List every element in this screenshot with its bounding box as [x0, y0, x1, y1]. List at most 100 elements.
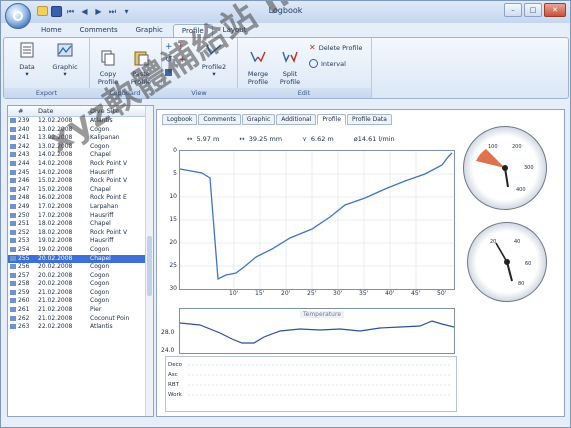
tab-layout[interactable]: Layout: [215, 24, 255, 37]
tab-additional[interactable]: Additional: [276, 114, 317, 125]
row-dive-site: Chapel: [90, 220, 111, 228]
profile2-button[interactable]: Profile2 ▾: [197, 41, 231, 79]
table-row[interactable]: 258 20.02.2008 Cogon: [8, 280, 153, 289]
paste-profile-button[interactable]: Paste Profile: [124, 41, 158, 94]
table-row[interactable]: 247 15.02.2008 Chapel: [8, 186, 153, 195]
tab-comments[interactable]: Comments: [72, 24, 126, 37]
column-date[interactable]: Date: [38, 106, 90, 116]
depth-gauge: 20 40 60 80: [467, 222, 547, 302]
zoom-in-button[interactable]: +: [165, 42, 173, 52]
table-row[interactable]: 259 21.02.2008 Cogon: [8, 289, 153, 298]
maximize-button[interactable]: □: [524, 3, 542, 17]
tab-home[interactable]: Home: [33, 24, 70, 37]
table-row[interactable]: 253 19.02.2008 Hausriff: [8, 237, 153, 246]
table-row[interactable]: 244 14.02.2008 Rock Point V: [8, 160, 153, 169]
table-row[interactable]: 243 14.02.2008 Chapel: [8, 151, 153, 160]
row-number: 242: [8, 143, 38, 152]
grid-button[interactable]: [165, 69, 172, 76]
column-number[interactable]: #: [8, 106, 38, 116]
interval-button[interactable]: Interval: [309, 59, 346, 68]
edit-group: Merge Profile Split Profile ✕ Delete Prof…: [237, 38, 372, 98]
row-dive-site: Cogon: [90, 280, 110, 288]
table-row[interactable]: 252 18.02.2008 Rock Point V: [8, 229, 153, 238]
row-number: 258: [8, 280, 38, 289]
tab-graphic[interactable]: Graphic: [128, 24, 171, 37]
row-number: 249: [8, 203, 38, 212]
tab-profile[interactable]: Profile: [172, 24, 213, 38]
grid-icon: [165, 69, 172, 76]
x-tick-label: 50': [437, 290, 447, 297]
table-row[interactable]: 254 19.02.2008 Cogon: [8, 246, 153, 255]
merge-profile-button[interactable]: Merge Profile: [241, 41, 275, 94]
table-row[interactable]: 257 20.02.2008 Cogon: [8, 272, 153, 281]
graphic-button[interactable]: Graphic ▾: [48, 41, 82, 79]
table-row[interactable]: 263 22.02.2008 Atlantis: [8, 323, 153, 332]
column-dive-site[interactable]: Dive Site: [90, 106, 150, 116]
tab-logbook[interactable]: Logbook: [162, 114, 198, 125]
table-row[interactable]: 240 13.02.2008 Cogon: [8, 126, 153, 135]
dive-list-scrollbar[interactable]: [145, 106, 153, 416]
y-tick-label: 0: [173, 147, 177, 154]
row-number-text: 242: [18, 142, 30, 150]
tab-profile-panel[interactable]: Profile: [317, 114, 347, 125]
row-number: 243: [8, 151, 38, 160]
tab-profile-data[interactable]: Profile Data: [347, 114, 392, 125]
merge-profile-label: Merge Profile: [247, 70, 269, 86]
table-row[interactable]: 251 18.02.2008 Chapel: [8, 220, 153, 229]
temperature-line: [180, 320, 454, 344]
table-row[interactable]: 255 20.02.2008 Chapel: [8, 254, 153, 264]
y-tick-label: 20: [169, 239, 177, 246]
table-row[interactable]: 250 17.02.2008 Hausriff: [8, 212, 153, 221]
row-dive-site: Chapel: [90, 151, 111, 159]
profile2-dropdown-icon: ▾: [212, 70, 216, 78]
temperature-chart[interactable]: Temperature: [179, 308, 455, 354]
depth-axis: 0 5 10 15 20 25 30: [165, 147, 177, 292]
tab-graphic-panel[interactable]: Graphic: [241, 114, 276, 125]
app-menu-button[interactable]: [5, 3, 31, 29]
table-row[interactable]: 245 14.02.2008 Hausriff: [8, 169, 153, 178]
row-date: 21.02.2008: [38, 306, 73, 314]
scrollbar-thumb[interactable]: [147, 236, 152, 296]
dive-icon: [10, 169, 16, 175]
tab-comments-panel[interactable]: Comments: [198, 114, 241, 125]
data-button[interactable]: Data ▾: [10, 41, 44, 79]
row-number: 259: [8, 289, 38, 298]
table-row[interactable]: 242 13.02.2008 Cogon: [8, 143, 153, 152]
table-row[interactable]: 262 21.02.2008 Coconut Poin: [8, 315, 153, 324]
dive-icon: [10, 212, 16, 218]
dive-icon: [10, 143, 16, 149]
copy-profile-button[interactable]: Copy Profile: [91, 41, 125, 94]
row-date: 19.02.2008: [38, 237, 73, 245]
stat-3-value: 6.62 m: [310, 135, 334, 143]
delete-icon: ✕: [309, 43, 316, 52]
split-profile-button[interactable]: Split Profile: [273, 41, 307, 94]
delete-profile-button[interactable]: ✕ Delete Profile: [309, 43, 362, 52]
marker-button[interactable]: !: [179, 42, 183, 52]
row-number-text: 247: [18, 185, 30, 193]
depth-profile-chart[interactable]: [179, 150, 455, 290]
x-tick-label: 45': [411, 290, 421, 297]
table-row[interactable]: 248 16.02.2008 Rock Point E: [8, 194, 153, 203]
row-date: 18.02.2008: [38, 228, 73, 236]
x-tick-label: 15': [255, 290, 265, 297]
table-row[interactable]: 261 21.02.2008 Pier: [8, 306, 153, 315]
close-button[interactable]: ✕: [544, 3, 566, 17]
table-row[interactable]: 239 12.02.2008 Atlantis: [8, 117, 153, 126]
table-row[interactable]: 246 15.02.2008 Rock Point V: [8, 177, 153, 186]
add-marker-button[interactable]: +: [179, 55, 187, 65]
row-number-text: 261: [18, 306, 30, 314]
table-row[interactable]: 241 13.02.2008 Kalipanan: [8, 134, 153, 143]
row-number: 263: [8, 323, 38, 332]
row-dive-site: Atlantis: [90, 117, 113, 124]
row-date: 18.02.2008: [38, 220, 73, 228]
undo-zoom-button[interactable]: ↺: [165, 55, 173, 65]
row-date: 21.02.2008: [38, 297, 73, 305]
table-row[interactable]: 249 17.02.2008 Larpahan: [8, 203, 153, 212]
table-row[interactable]: 260 21.02.2008 Cogon: [8, 297, 153, 306]
row-number: 261: [8, 306, 38, 315]
row-date: 17.02.2008: [38, 202, 73, 210]
dive-icon: [10, 152, 16, 158]
row-number-text: 253: [18, 237, 30, 245]
minimize-button[interactable]: –: [504, 3, 522, 17]
table-row[interactable]: 256 20.02.2008 Cogon: [8, 263, 153, 272]
